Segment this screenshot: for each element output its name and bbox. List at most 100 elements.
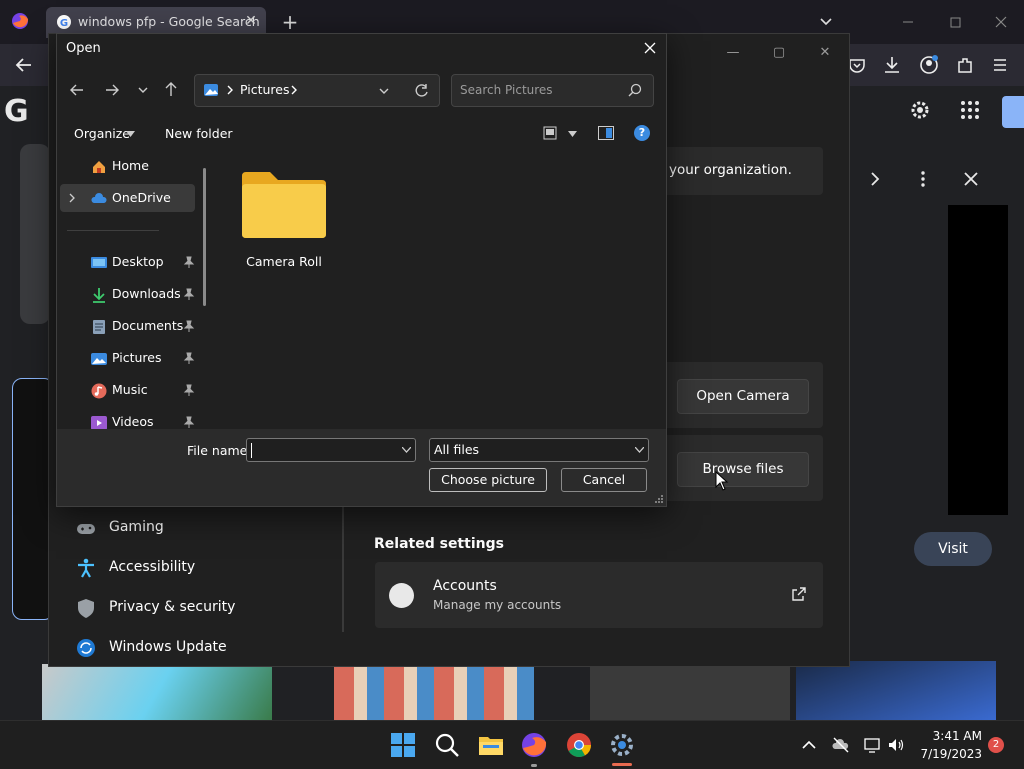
file-name-input[interactable] — [246, 438, 416, 462]
refresh-icon[interactable] — [414, 83, 429, 98]
organize-button[interactable]: Organize — [74, 126, 130, 141]
clock-time[interactable]: 3:41 AM — [922, 729, 982, 743]
search-icon[interactable] — [628, 83, 642, 97]
back-arrow-icon[interactable] — [12, 54, 36, 76]
close-window-icon[interactable]: ✕ — [814, 42, 836, 64]
settings-gear-icon[interactable] — [608, 731, 636, 759]
chevron-down-icon[interactable] — [635, 447, 644, 453]
pane-item-videos[interactable]: Videos — [60, 408, 195, 429]
pane-item-downloads[interactable]: Downloads — [60, 280, 195, 308]
chevron-up-icon[interactable] — [800, 736, 818, 754]
preview-pane-icon[interactable] — [598, 126, 614, 140]
pin-icon[interactable] — [183, 352, 195, 364]
pane-item-documents[interactable]: Documents — [60, 312, 195, 340]
help-icon[interactable]: ? — [634, 125, 650, 141]
chevron-down-icon[interactable] — [402, 447, 411, 453]
taskbar: 3:41 AM 7/19/2023 2 — [0, 720, 1024, 769]
open-camera-button[interactable]: Open Camera — [677, 379, 809, 414]
menu-icon[interactable] — [989, 54, 1011, 76]
download-icon[interactable] — [881, 54, 903, 76]
pane-item-music[interactable]: Music — [60, 376, 195, 404]
view-icon[interactable] — [543, 126, 557, 140]
volume-icon[interactable] — [887, 736, 905, 754]
chevron-down-icon[interactable] — [816, 12, 836, 32]
tab-close-icon[interactable]: ✕ — [242, 12, 260, 30]
active-app-indicator — [612, 763, 632, 766]
search-icon[interactable] — [433, 731, 461, 759]
chevron-right-icon[interactable] — [290, 83, 298, 97]
pane-item-onedrive[interactable]: OneDrive — [60, 184, 195, 212]
document-icon — [91, 319, 107, 335]
onedrive-offline-icon[interactable] — [832, 736, 850, 754]
close-icon[interactable] — [962, 170, 980, 188]
resize-grip-icon[interactable] — [654, 494, 664, 504]
image-thumbnail[interactable] — [590, 666, 790, 720]
cancel-button[interactable]: Cancel — [561, 468, 647, 492]
back-arrow-icon[interactable] — [69, 82, 85, 98]
notification-badge[interactable]: 2 — [988, 737, 1004, 753]
file-type-select[interactable]: All files — [429, 438, 649, 462]
pin-icon[interactable] — [183, 384, 195, 396]
pictures-icon — [91, 351, 107, 367]
update-icon — [75, 637, 97, 659]
sign-in-button[interactable] — [1002, 96, 1024, 128]
accounts-title: Accounts — [433, 578, 497, 594]
pin-icon[interactable] — [183, 256, 195, 268]
visit-button[interactable]: Visit — [914, 532, 992, 566]
restore-icon[interactable] — [945, 12, 965, 32]
pane-item-home[interactable]: Home — [60, 152, 195, 180]
close-window-icon[interactable] — [991, 12, 1011, 32]
firefox-icon[interactable] — [10, 11, 30, 31]
extensions-icon[interactable] — [954, 54, 976, 76]
running-indicator — [531, 764, 537, 767]
minimize-icon[interactable]: — — [722, 42, 744, 64]
video-icon — [91, 415, 107, 429]
accounts-subtitle: Manage my accounts — [433, 598, 562, 612]
close-icon[interactable] — [641, 39, 659, 57]
chrome-icon[interactable] — [565, 731, 593, 759]
network-icon[interactable] — [863, 736, 881, 754]
image-thumbnail[interactable] — [20, 144, 50, 324]
apps-grid-icon[interactable] — [958, 98, 982, 122]
clock-date[interactable]: 7/19/2023 — [912, 747, 982, 761]
start-icon[interactable] — [389, 731, 417, 759]
image-thumbnail[interactable] — [334, 664, 534, 720]
chevron-down-icon[interactable] — [137, 83, 149, 97]
maximize-icon[interactable]: ▢ — [768, 42, 790, 64]
chevron-right-icon[interactable] — [68, 193, 76, 203]
address-bar[interactable]: Pictures — [194, 74, 440, 107]
minimize-icon[interactable] — [898, 12, 918, 32]
pane-item-desktop[interactable]: Desktop — [60, 248, 195, 276]
more-vertical-icon[interactable] — [914, 170, 932, 188]
file-explorer-icon[interactable] — [477, 731, 505, 759]
pin-icon[interactable] — [183, 320, 195, 332]
toolbar-icons — [846, 54, 1016, 76]
chevron-down-icon[interactable] — [568, 131, 577, 137]
pane-item-pictures[interactable]: Pictures — [60, 344, 195, 372]
address-folder[interactable]: Pictures — [240, 82, 290, 97]
pin-icon[interactable] — [183, 416, 195, 428]
settings-gear-icon[interactable] — [908, 98, 932, 122]
account-icon[interactable] — [918, 54, 940, 76]
image-thumbnail[interactable] — [796, 661, 996, 720]
image-thumbnail[interactable] — [42, 664, 272, 720]
choose-picture-button[interactable]: Choose picture — [429, 468, 547, 492]
search-input[interactable]: Search Pictures — [451, 74, 654, 107]
chevron-right-icon[interactable] — [226, 83, 234, 97]
accounts-link[interactable]: Accounts Manage my accounts — [375, 562, 823, 628]
gamepad-icon — [75, 517, 97, 539]
new-folder-button[interactable]: New folder — [165, 126, 233, 141]
chevron-down-icon[interactable] — [126, 131, 135, 137]
chevron-down-icon[interactable] — [378, 85, 390, 97]
browse-files-button[interactable]: Browse files — [677, 452, 809, 487]
pin-icon[interactable] — [183, 288, 195, 300]
up-arrow-icon[interactable] — [163, 81, 179, 97]
forward-arrow-icon[interactable] — [104, 82, 120, 98]
folder-item[interactable]: Camera Roll — [239, 170, 329, 270]
scrollbar[interactable] — [203, 168, 206, 306]
firefox-icon[interactable] — [520, 731, 548, 759]
desktop-icon — [91, 255, 107, 271]
chevron-right-icon[interactable] — [866, 170, 884, 188]
new-tab-button[interactable]: + — [280, 12, 300, 32]
nav-label: Accessibility — [109, 559, 196, 575]
